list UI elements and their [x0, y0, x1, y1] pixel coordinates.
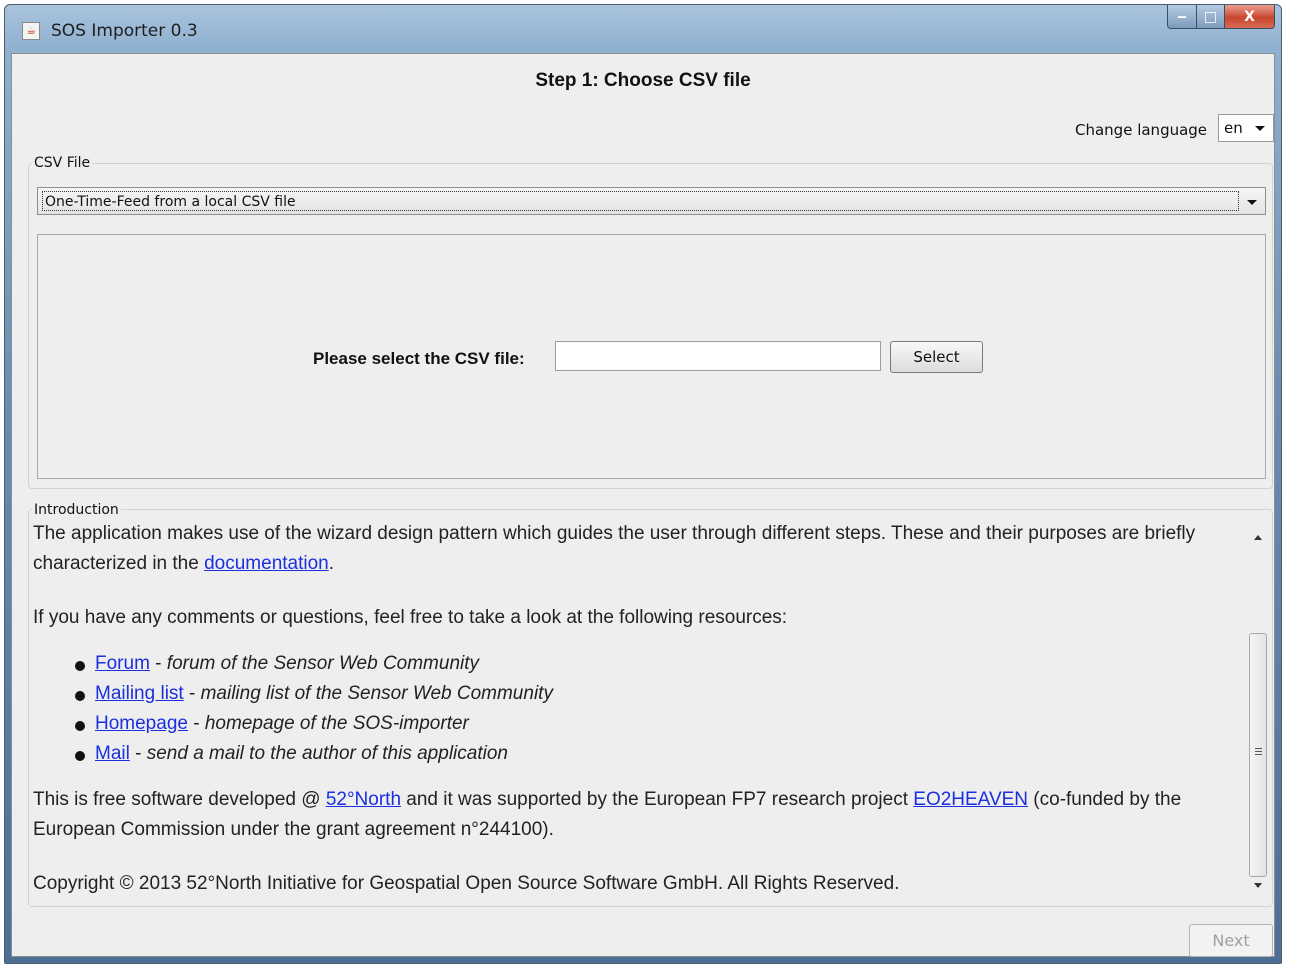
csv-source-value: One-Time-Feed from a local CSV file: [42, 191, 1239, 211]
language-value: en: [1224, 119, 1243, 137]
separator: -: [187, 713, 205, 734]
bullet-icon: [75, 721, 85, 731]
wizard-content: Step 1: Choose CSV file Change language …: [11, 53, 1275, 957]
language-select[interactable]: en: [1218, 114, 1274, 142]
maximize-button[interactable]: □: [1197, 5, 1225, 29]
app-window: ☕ SOS Importer 0.3 ‒ □ X Step 1: Choose …: [4, 4, 1282, 964]
separator: -: [183, 683, 201, 704]
language-label: Change language: [1075, 121, 1208, 139]
documentation-link[interactable]: documentation: [204, 553, 329, 574]
copyright-text: Copyright © 2013 52°North Initiative for…: [33, 873, 900, 894]
title-bar[interactable]: ☕ SOS Importer 0.3 ‒ □ X: [5, 5, 1281, 53]
list-item: Mail - send a mail to the author of this…: [75, 739, 1237, 769]
resource-description: send a mail to the author of this applic…: [146, 743, 508, 764]
license-text: and it was supported by the European FP7…: [401, 789, 914, 810]
resources-paragraph: If you have any comments or questions, f…: [33, 607, 788, 628]
bullet-icon: [75, 751, 85, 761]
next-button[interactable]: Next: [1189, 924, 1273, 957]
java-app-icon: ☕: [22, 22, 40, 40]
minimize-button[interactable]: ‒: [1167, 5, 1197, 29]
separator: -: [149, 653, 167, 674]
csv-file-label: Please select the CSV file:: [313, 349, 525, 368]
license-text: This is free software developed @: [33, 789, 326, 810]
csv-file-group-label: CSV File: [32, 155, 93, 171]
mailing-list-link[interactable]: Mailing list: [95, 683, 184, 704]
intro-text-span: .: [328, 553, 335, 574]
page-title: Step 1: Choose CSV file: [535, 70, 751, 91]
license-paragraph: This is free software developed @ 52°Nor…: [33, 785, 1237, 845]
chevron-down-icon: [1255, 126, 1265, 131]
intro-paragraph: The application makes use of the wizard …: [33, 519, 1237, 579]
select-file-button[interactable]: Select: [890, 341, 983, 373]
scrollbar-thumb[interactable]: [1249, 633, 1267, 877]
homepage-link[interactable]: Homepage: [95, 713, 188, 734]
introduction-text: The application makes use of the wizard …: [33, 519, 1237, 899]
csv-file-path-field[interactable]: [555, 341, 881, 371]
scroll-up-arrow-icon[interactable]: [1248, 531, 1268, 545]
eo2heaven-link[interactable]: EO2HEAVEN: [913, 789, 1028, 810]
resources-list: Forum - forum of the Sensor Web Communit…: [33, 649, 1237, 769]
chevron-down-icon: [1247, 200, 1257, 205]
forum-link[interactable]: Forum: [95, 653, 150, 674]
grip-icon: [1255, 748, 1262, 757]
window-controls: ‒ □ X: [1167, 5, 1275, 29]
resource-description: mailing list of the Sensor Web Community: [200, 683, 553, 704]
52north-link[interactable]: 52°North: [326, 789, 401, 810]
list-item: Mailing list - mailing list of the Senso…: [75, 679, 1237, 709]
close-button[interactable]: X: [1225, 5, 1275, 29]
scroll-down-arrow-icon[interactable]: [1248, 879, 1268, 893]
bullet-icon: [75, 691, 85, 701]
csv-source-combobox[interactable]: One-Time-Feed from a local CSV file: [37, 187, 1266, 215]
introduction-scrollbar[interactable]: [1248, 519, 1268, 899]
separator: -: [129, 743, 147, 764]
resource-description: forum of the Sensor Web Community: [166, 653, 480, 674]
bullet-icon: [75, 661, 85, 671]
introduction-group-label: Introduction: [32, 502, 121, 518]
mail-link[interactable]: Mail: [95, 743, 130, 764]
resource-description: homepage of the SOS-importer: [204, 713, 469, 734]
list-item: Homepage - homepage of the SOS-importer: [75, 709, 1237, 739]
list-item: Forum - forum of the Sensor Web Communit…: [75, 649, 1237, 679]
csv-file-panel: Please select the CSV file: Select: [37, 234, 1266, 479]
window-title: SOS Importer 0.3: [51, 21, 198, 41]
